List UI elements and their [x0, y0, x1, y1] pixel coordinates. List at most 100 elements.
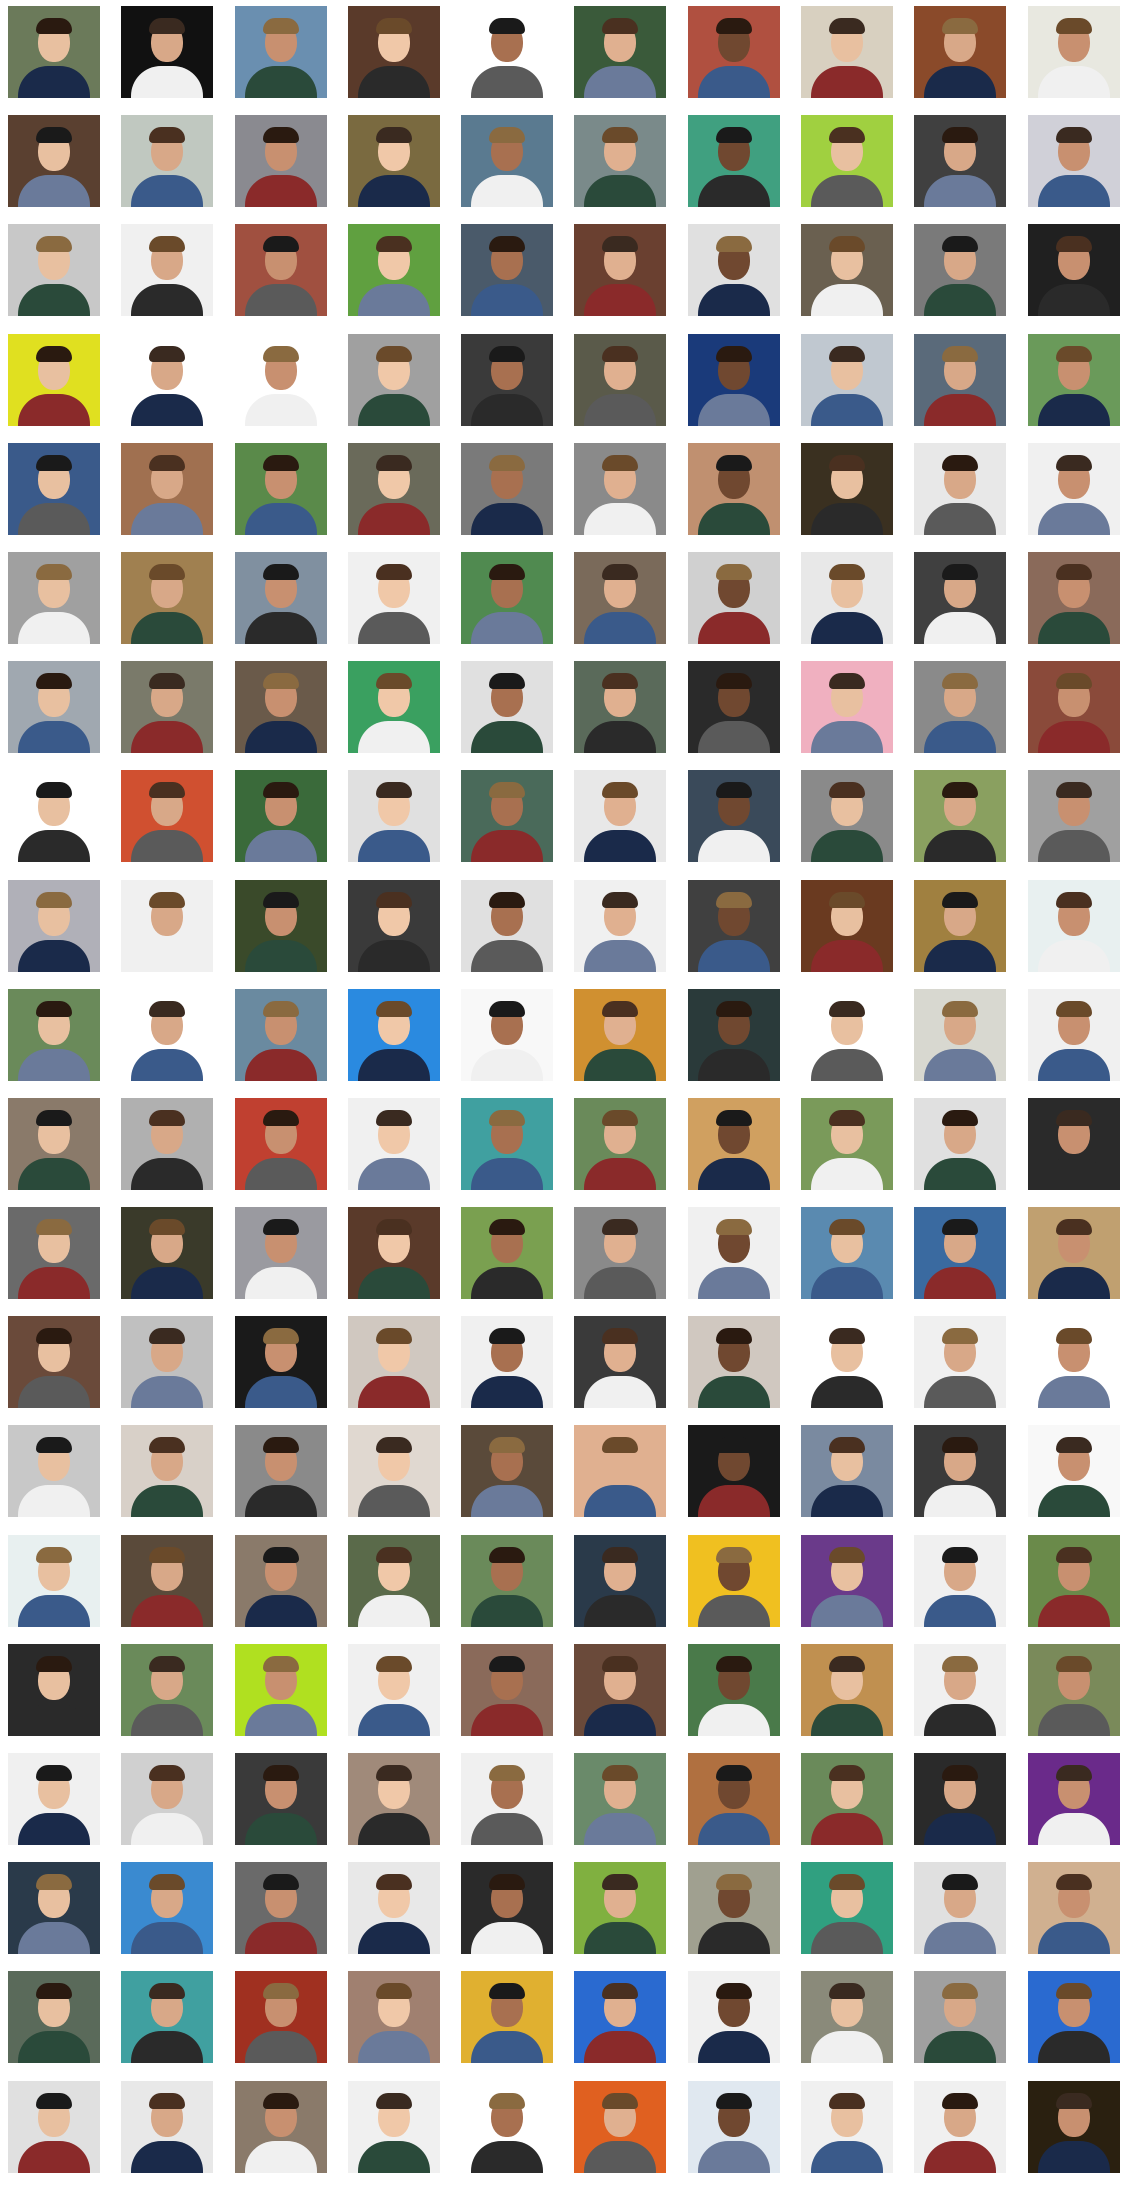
profile-photo[interactable] — [8, 551, 100, 644]
profile-photo[interactable] — [914, 224, 1007, 317]
profile-photo[interactable] — [801, 1316, 894, 1409]
profile-photo[interactable] — [687, 224, 780, 317]
profile-photo[interactable] — [234, 1207, 327, 1300]
profile-photo[interactable] — [687, 2080, 780, 2173]
profile-photo[interactable] — [801, 1862, 894, 1955]
profile-photo[interactable] — [801, 1971, 894, 2064]
profile-photo[interactable] — [914, 1643, 1007, 1736]
profile-photo[interactable] — [8, 879, 100, 972]
profile-photo[interactable] — [8, 1534, 100, 1627]
profile-photo[interactable] — [687, 6, 780, 98]
profile-photo[interactable] — [914, 442, 1007, 535]
profile-photo[interactable] — [461, 1753, 554, 1845]
profile-photo[interactable] — [914, 333, 1007, 426]
profile-photo[interactable] — [8, 1753, 100, 1845]
profile-photo[interactable] — [687, 1862, 780, 1955]
profile-photo[interactable] — [121, 224, 214, 317]
profile-photo[interactable] — [461, 1862, 554, 1955]
profile-photo[interactable] — [687, 1971, 780, 2064]
profile-photo[interactable] — [234, 333, 327, 426]
profile-photo[interactable] — [347, 1971, 440, 2064]
profile-photo[interactable] — [234, 2080, 327, 2173]
profile-photo[interactable] — [914, 6, 1007, 98]
profile-photo[interactable] — [1027, 1097, 1120, 1190]
profile-photo[interactable] — [914, 1534, 1007, 1627]
profile-photo[interactable] — [234, 1862, 327, 1955]
profile-photo[interactable] — [347, 1316, 440, 1409]
profile-photo[interactable] — [574, 770, 667, 863]
profile-photo[interactable] — [8, 1097, 100, 1190]
profile-photo[interactable] — [914, 1425, 1007, 1518]
profile-photo[interactable] — [8, 988, 100, 1081]
profile-photo[interactable] — [574, 1425, 667, 1518]
profile-photo[interactable] — [234, 1534, 327, 1627]
profile-photo[interactable] — [121, 988, 214, 1081]
profile-photo[interactable] — [8, 2080, 100, 2173]
profile-photo[interactable] — [8, 661, 100, 754]
profile-photo[interactable] — [801, 1097, 894, 1190]
profile-photo[interactable] — [1027, 1425, 1120, 1518]
profile-photo[interactable] — [1027, 333, 1120, 426]
profile-photo[interactable] — [1027, 661, 1120, 754]
profile-photo[interactable] — [914, 1862, 1007, 1955]
profile-photo[interactable] — [234, 6, 327, 98]
profile-photo[interactable] — [1027, 1643, 1120, 1736]
profile-photo[interactable] — [8, 1862, 100, 1955]
profile-photo[interactable] — [801, 442, 894, 535]
profile-photo[interactable] — [121, 551, 214, 644]
profile-photo[interactable] — [461, 1643, 554, 1736]
profile-photo[interactable] — [8, 224, 100, 317]
profile-photo[interactable] — [121, 1097, 214, 1190]
profile-photo[interactable] — [121, 1862, 214, 1955]
profile-photo[interactable] — [801, 770, 894, 863]
profile-photo[interactable] — [121, 1425, 214, 1518]
profile-photo[interactable] — [234, 1643, 327, 1736]
profile-photo[interactable] — [801, 1753, 894, 1845]
profile-photo[interactable] — [347, 115, 440, 208]
profile-photo[interactable] — [347, 1207, 440, 1300]
profile-photo[interactable] — [1027, 879, 1120, 972]
profile-photo[interactable] — [914, 1316, 1007, 1409]
profile-photo[interactable] — [121, 115, 214, 208]
profile-photo[interactable] — [687, 1425, 780, 1518]
profile-photo[interactable] — [461, 333, 554, 426]
profile-photo[interactable] — [347, 770, 440, 863]
profile-photo[interactable] — [914, 115, 1007, 208]
profile-photo[interactable] — [1027, 1316, 1120, 1409]
profile-photo[interactable] — [121, 1316, 214, 1409]
profile-photo[interactable] — [347, 988, 440, 1081]
profile-photo[interactable] — [461, 1316, 554, 1409]
profile-photo[interactable] — [801, 1425, 894, 1518]
profile-photo[interactable] — [687, 1097, 780, 1190]
profile-photo[interactable] — [461, 1425, 554, 1518]
profile-photo[interactable] — [574, 1643, 667, 1736]
profile-photo[interactable] — [801, 2080, 894, 2173]
profile-photo[interactable] — [574, 1753, 667, 1845]
profile-photo[interactable] — [687, 988, 780, 1081]
profile-photo[interactable] — [461, 2080, 554, 2173]
profile-photo[interactable] — [234, 224, 327, 317]
profile-photo[interactable] — [801, 988, 894, 1081]
profile-photo[interactable] — [1027, 2080, 1120, 2173]
profile-photo[interactable] — [914, 879, 1007, 972]
profile-photo[interactable] — [121, 1534, 214, 1627]
profile-photo[interactable] — [574, 1971, 667, 2064]
profile-photo[interactable] — [8, 6, 100, 98]
profile-photo[interactable] — [914, 988, 1007, 1081]
profile-photo[interactable] — [461, 770, 554, 863]
profile-photo[interactable] — [347, 333, 440, 426]
profile-photo[interactable] — [121, 1643, 214, 1736]
profile-photo[interactable] — [914, 770, 1007, 863]
profile-photo[interactable] — [914, 1753, 1007, 1845]
profile-photo[interactable] — [574, 2080, 667, 2173]
profile-photo[interactable] — [1027, 1753, 1120, 1845]
profile-photo[interactable] — [1027, 6, 1120, 98]
profile-photo[interactable] — [574, 333, 667, 426]
profile-photo[interactable] — [914, 551, 1007, 644]
profile-photo[interactable] — [234, 1316, 327, 1409]
profile-photo[interactable] — [914, 661, 1007, 754]
profile-photo[interactable] — [234, 1753, 327, 1845]
profile-photo[interactable] — [687, 879, 780, 972]
profile-photo[interactable] — [461, 115, 554, 208]
profile-photo[interactable] — [687, 1316, 780, 1409]
